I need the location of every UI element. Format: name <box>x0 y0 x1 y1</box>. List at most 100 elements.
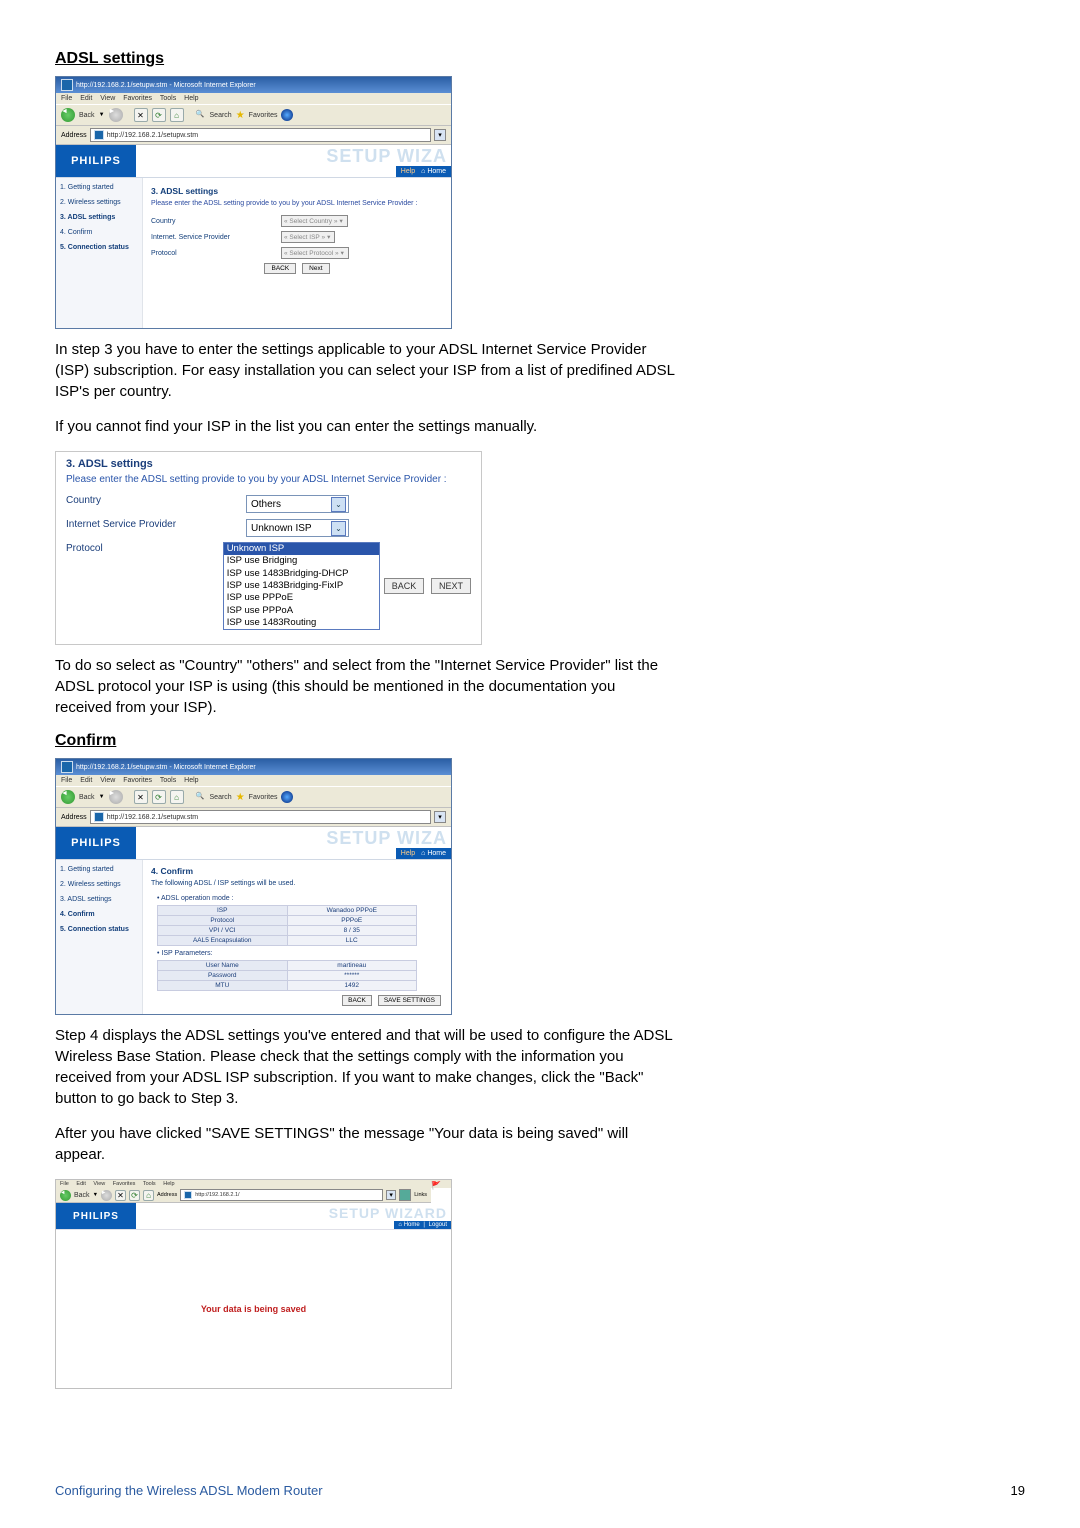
menu-favorites[interactable]: Favorites <box>123 777 152 784</box>
back-label[interactable]: Back <box>79 112 95 119</box>
tab-home-icon[interactable]: ⌂ <box>421 168 425 175</box>
menu-help[interactable]: Help <box>184 777 198 784</box>
menu-tools[interactable]: Tools <box>160 95 176 102</box>
isp-select2[interactable]: Unknown ISP ⌄ <box>246 519 349 537</box>
country-select2[interactable]: Others ⌄ <box>246 495 349 513</box>
menu-help[interactable]: Help <box>184 95 198 102</box>
protocol-option[interactable]: ISP use Bridging <box>224 555 379 567</box>
home-icon[interactable]: ⌂ <box>143 1190 154 1201</box>
refresh-icon[interactable]: ⟳ <box>152 108 166 122</box>
ie-toolbar[interactable]: ◄ Back ▼ ► ✕ ⟳ ⌂ Address http://192.168.… <box>56 1188 431 1203</box>
addr-input[interactable]: http://192.168.2.1/setupw.stm <box>90 128 431 142</box>
ie-menubar[interactable]: File Edit View Favorites Tools Help 🚩 <box>56 1180 451 1188</box>
addr-dropdown-icon[interactable]: ▾ <box>386 1190 396 1200</box>
forward-icon[interactable]: ► <box>101 1190 112 1201</box>
save-settings-button[interactable]: SAVE SETTINGS <box>378 995 441 1006</box>
search-label[interactable]: Search <box>210 794 232 801</box>
tab-logout[interactable]: Logout <box>429 1222 447 1228</box>
home-icon[interactable]: ⌂ <box>170 108 184 122</box>
back-button[interactable]: BACK <box>264 263 296 274</box>
sidebar-item-getting-started[interactable]: 1. Getting started <box>60 866 138 873</box>
menu-edit[interactable]: Edit <box>80 95 92 102</box>
sidebar-item-wireless[interactable]: 2. Wireless settings <box>60 881 138 888</box>
ie-toolbar[interactable]: ◄ Back ▼ ► ✕ ⟳ ⌂ 🔍 Search ★ Favorites <box>56 104 451 126</box>
tab-home[interactable]: Home <box>427 168 446 175</box>
back-label[interactable]: Back <box>79 794 95 801</box>
back-icon[interactable]: ◄ <box>61 790 75 804</box>
menu-file[interactable]: File <box>61 777 72 784</box>
media-icon[interactable] <box>281 791 293 803</box>
tab-help[interactable]: Help <box>401 168 415 175</box>
tab-home[interactable]: Home <box>404 1222 420 1228</box>
menu-file[interactable]: File <box>61 95 72 102</box>
forward-icon[interactable]: ► <box>109 790 123 804</box>
next-button[interactable]: Next <box>302 263 329 274</box>
back-button2[interactable]: BACK <box>384 578 425 594</box>
go-button[interactable] <box>399 1189 411 1201</box>
menu-view[interactable]: View <box>100 95 115 102</box>
refresh-icon[interactable]: ⟳ <box>129 1190 140 1201</box>
country-select[interactable]: « Select Country »▾ <box>281 215 348 227</box>
tab-home[interactable]: Home <box>427 850 446 857</box>
menu-view[interactable]: View <box>93 1181 105 1187</box>
protocol-option[interactable]: ISP use PPPoE <box>224 592 379 604</box>
media-icon[interactable] <box>281 109 293 121</box>
addr-input[interactable]: http://192.168.2.1/ <box>180 1189 383 1201</box>
ie-menubar[interactable]: File Edit View Favorites Tools Help <box>56 93 451 104</box>
favorites-label[interactable]: Favorites <box>249 794 278 801</box>
addr-dropdown-icon[interactable]: ▾ <box>434 129 446 141</box>
sidebar-item-confirm[interactable]: 4. Confirm <box>60 911 138 918</box>
refresh-icon[interactable]: ⟳ <box>152 790 166 804</box>
sidebar-item-wireless[interactable]: 2. Wireless settings <box>60 199 138 206</box>
favorites-icon[interactable]: ★ <box>236 792 245 803</box>
forward-icon[interactable]: ► <box>109 108 123 122</box>
header-tabs[interactable]: ⌂ Home | Logout <box>394 1221 451 1229</box>
header-tabs[interactable]: Help ⌂ Home <box>396 848 451 859</box>
sidebar-item-adsl[interactable]: 3. ADSL settings <box>60 896 138 903</box>
menu-edit[interactable]: Edit <box>80 777 92 784</box>
protocol-option[interactable]: ISP use 1483Bridging-DHCP <box>224 568 379 580</box>
menu-help[interactable]: Help <box>163 1181 174 1187</box>
addr-input[interactable]: http://192.168.2.1/setupw.stm <box>90 810 431 824</box>
ie-address-bar[interactable]: Address http://192.168.2.1/setupw.stm ▾ <box>56 126 451 145</box>
search-label[interactable]: Search <box>210 112 232 119</box>
ie-address-bar[interactable]: Address http://192.168.2.1/setupw.stm ▾ <box>56 808 451 827</box>
menu-favorites[interactable]: Favorites <box>113 1181 136 1187</box>
sidebar-item-getting-started[interactable]: 1. Getting started <box>60 184 138 191</box>
isp-select[interactable]: « Select ISP »▾ <box>281 231 335 243</box>
sidebar-item-adsl[interactable]: 3. ADSL settings <box>60 214 138 221</box>
protocol-option[interactable]: ISP use 1483Bridging-FixIP <box>224 580 379 592</box>
search-icon[interactable]: 🔍 <box>196 110 206 120</box>
ie-toolbar[interactable]: ◄ Back ▼ ► ✕ ⟳ ⌂ 🔍 Search ★ Favorites <box>56 786 451 808</box>
menu-file[interactable]: File <box>60 1181 69 1187</box>
sidebar-item-confirm[interactable]: 4. Confirm <box>60 229 138 236</box>
confirm-back-button[interactable]: BACK <box>342 995 372 1006</box>
back-icon[interactable]: ◄ <box>61 108 75 122</box>
links-label[interactable]: Links <box>414 1192 427 1198</box>
next-button2[interactable]: NEXT <box>431 578 471 594</box>
protocol-listbox[interactable]: Unknown ISP ISP use Bridging ISP use 148… <box>223 542 380 630</box>
header-tabs[interactable]: Help ⌂ Home <box>396 166 451 177</box>
chevron-down-icon[interactable]: ⌄ <box>331 521 346 536</box>
menu-edit[interactable]: Edit <box>76 1181 85 1187</box>
protocol-option[interactable]: ISP use PPPoA <box>224 605 379 617</box>
protocol-select[interactable]: « Select Protocol »▾ <box>281 247 349 259</box>
ie-menubar[interactable]: File Edit View Favorites Tools Help <box>56 775 451 786</box>
stop-icon[interactable]: ✕ <box>115 1190 126 1201</box>
tab-home-icon[interactable]: ⌂ <box>398 1222 402 1228</box>
addr-dropdown-icon[interactable]: ▾ <box>434 811 446 823</box>
protocol-option-selected[interactable]: Unknown ISP <box>224 543 379 555</box>
menu-view[interactable]: View <box>100 777 115 784</box>
back-label[interactable]: Back <box>74 1192 90 1199</box>
back-icon[interactable]: ◄ <box>60 1190 71 1201</box>
wizard-sidebar[interactable]: 1. Getting started 2. Wireless settings … <box>56 860 143 1014</box>
menu-tools[interactable]: Tools <box>160 777 176 784</box>
stop-icon[interactable]: ✕ <box>134 108 148 122</box>
chevron-down-icon[interactable]: ⌄ <box>331 497 346 512</box>
home-icon[interactable]: ⌂ <box>170 790 184 804</box>
tab-help[interactable]: Help <box>401 850 415 857</box>
favorites-icon[interactable]: ★ <box>236 110 245 121</box>
search-icon[interactable]: 🔍 <box>196 792 206 802</box>
favorites-label[interactable]: Favorites <box>249 112 278 119</box>
stop-icon[interactable]: ✕ <box>134 790 148 804</box>
